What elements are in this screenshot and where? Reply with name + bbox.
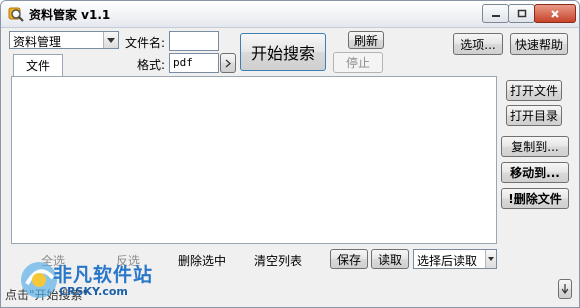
category-select-value: 资料管理 — [13, 35, 62, 49]
refresh-button[interactable]: 刷新 — [348, 31, 384, 49]
start-search-button[interactable]: 开始搜索 — [240, 33, 326, 71]
arrow-down-icon — [562, 284, 568, 294]
open-directory-button[interactable]: 打开目录 — [506, 105, 562, 126]
window-title: 资料管家 v1.1 — [29, 8, 111, 22]
format-label: 格式: — [137, 58, 166, 72]
delete-selected-link[interactable]: 删除选中 — [178, 252, 226, 269]
watermark-brand: 非凡软件站 — [53, 264, 154, 286]
after-select-dropdown[interactable]: 选择后读取 — [413, 249, 497, 269]
file-list[interactable] — [11, 76, 497, 244]
tab-files-label: 文件 — [25, 59, 50, 73]
maximize-icon — [517, 9, 526, 18]
chevron-down-icon[interactable] — [485, 250, 496, 268]
read-button[interactable]: 读取 — [371, 249, 409, 269]
category-select[interactable]: 资料管理 — [9, 31, 119, 49]
close-icon — [551, 9, 559, 18]
copy-to-button[interactable]: 复制到... — [501, 136, 569, 157]
save-button[interactable]: 保存 — [330, 249, 368, 269]
minimize-icon — [491, 14, 500, 17]
filename-label: 文件名: — [125, 36, 166, 50]
quick-help-button[interactable]: 快速帮助 — [510, 33, 568, 55]
options-button[interactable]: 选项... — [453, 33, 503, 55]
filename-input[interactable] — [169, 31, 219, 51]
scroll-down-button[interactable] — [558, 279, 572, 299]
maximize-button[interactable] — [508, 4, 535, 23]
main-window: 资料管家 v1.1 资料管理 文件名: 格式: pdf 开始搜索 刷新 停止 选… — [0, 0, 580, 308]
title-bar[interactable]: 资料管家 v1.1 — [1, 1, 579, 28]
chevron-down-icon[interactable] — [103, 32, 118, 48]
after-select-value: 选择后读取 — [417, 254, 478, 268]
minimize-button[interactable] — [482, 4, 509, 23]
close-button[interactable] — [534, 4, 576, 23]
chevron-right-icon — [225, 59, 231, 67]
open-file-button[interactable]: 打开文件 — [506, 80, 562, 101]
app-magnifier-icon — [8, 7, 24, 22]
stop-button[interactable]: 停止 — [333, 52, 383, 73]
clear-list-link[interactable]: 清空列表 — [254, 252, 302, 269]
format-picker-button[interactable] — [220, 53, 236, 73]
format-input[interactable]: pdf — [169, 53, 219, 73]
watermark-domain: CRSKY.com — [59, 285, 128, 298]
move-to-button[interactable]: 移动到... — [501, 162, 569, 183]
delete-file-button[interactable]: !删除文件 — [501, 188, 569, 209]
tab-files[interactable]: 文件 — [13, 54, 63, 76]
